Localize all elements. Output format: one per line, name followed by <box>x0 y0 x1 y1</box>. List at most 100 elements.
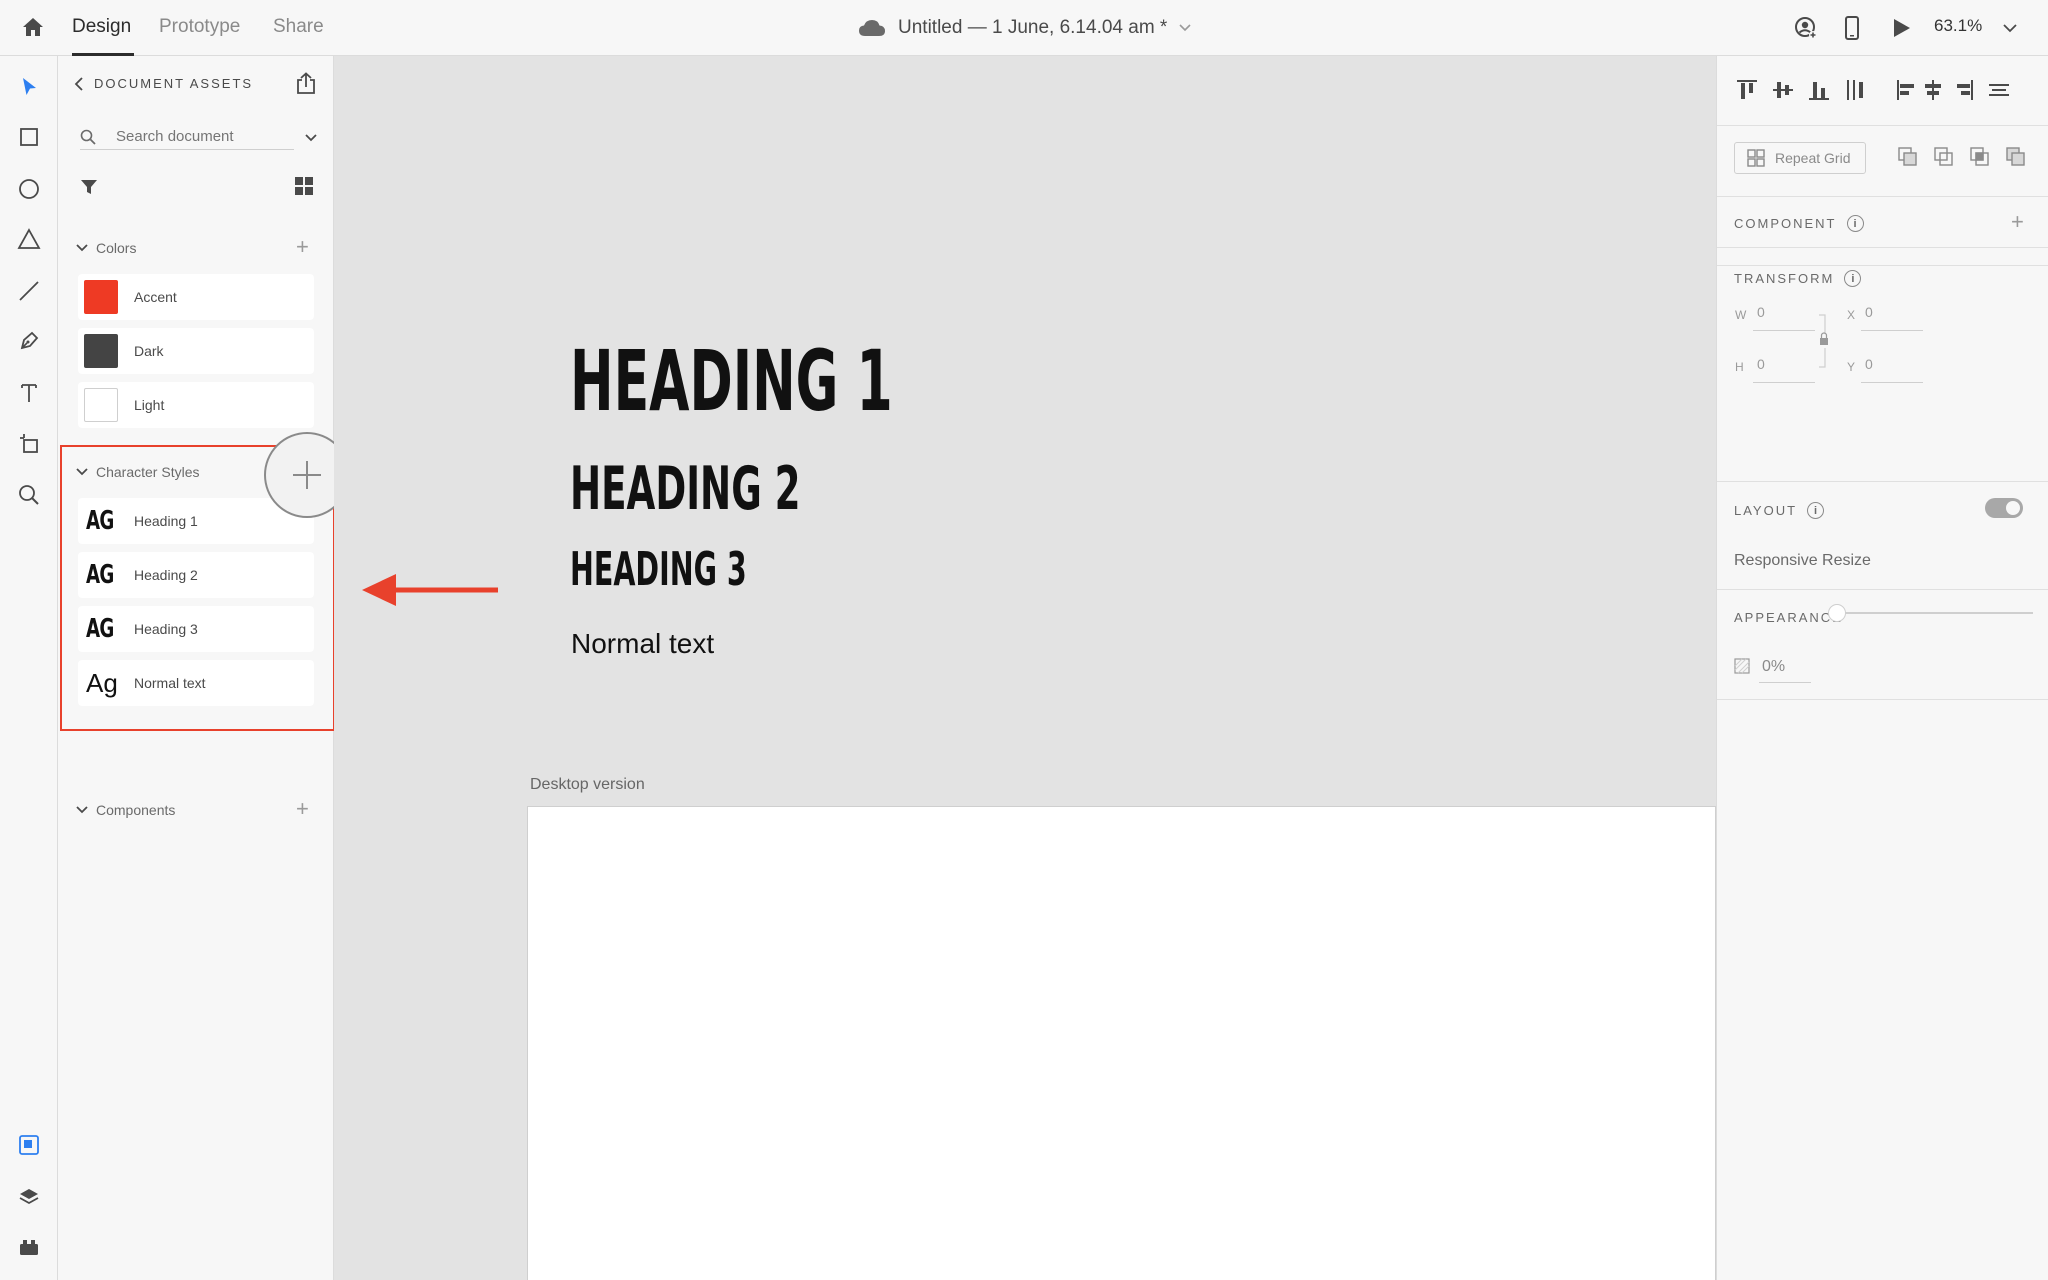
color-swatch <box>84 388 118 422</box>
tab-share[interactable]: Share <box>273 16 324 38</box>
tab-prototype[interactable]: Prototype <box>159 16 240 38</box>
width-input[interactable]: 0 <box>1757 304 1765 320</box>
search-icon <box>80 129 96 145</box>
ellipse-tool-icon[interactable] <box>14 174 44 204</box>
chevron-left-icon <box>74 76 83 91</box>
layout-label: LAYOUT <box>1734 503 1798 518</box>
search-filter-chevron-icon[interactable] <box>304 130 318 148</box>
design-canvas[interactable]: HEADING 1 HEADING 2 HEADING 3 Normal tex… <box>334 56 1716 1280</box>
heading-2-text[interactable]: HEADING 2 <box>570 454 801 524</box>
add-component-icon[interactable]: + <box>296 798 309 820</box>
zoom-level[interactable]: 63.1% <box>1934 16 1982 36</box>
char-style-label: Normal text <box>134 675 206 691</box>
transform-label: TRANSFORM <box>1734 271 1835 286</box>
pen-tool-icon[interactable] <box>14 326 44 356</box>
appearance-label: APPEARANCE <box>1734 610 1843 625</box>
assets-panel: DOCUMENT ASSETS Colors + Accent Dark Lig… <box>58 56 350 1280</box>
home-icon[interactable] <box>20 14 46 40</box>
opacity-slider-knob[interactable] <box>1828 604 1846 622</box>
chevron-down-icon <box>76 244 88 252</box>
responsive-resize-toggle[interactable] <box>1985 498 2023 518</box>
plus-icon <box>293 461 321 489</box>
appearance-header: APPEARANCE <box>1734 610 1843 625</box>
character-styles-section-toggle[interactable]: Character Styles <box>76 464 199 480</box>
artboard-tool-icon[interactable] <box>14 428 44 458</box>
height-label: H <box>1735 360 1744 374</box>
opacity-icon <box>1734 658 1750 674</box>
y-label: Y <box>1847 360 1856 374</box>
property-inspector: Repeat Grid COMPONENT i + TRANSFORM i W … <box>1716 56 2048 1280</box>
heading-1-text[interactable]: HEADING 1 <box>570 332 893 430</box>
artboard-label[interactable]: Desktop version <box>530 776 645 794</box>
filter-icon[interactable] <box>80 178 98 201</box>
color-label: Light <box>134 397 165 413</box>
color-swatch <box>84 280 118 314</box>
y-input[interactable]: 0 <box>1865 356 1873 372</box>
height-input[interactable]: 0 <box>1757 356 1765 372</box>
search-input[interactable] <box>116 128 286 145</box>
x-label: X <box>1847 308 1856 322</box>
component-label: COMPONENT <box>1734 216 1837 231</box>
x-underline <box>1861 330 1923 331</box>
transform-section: TRANSFORM i W 0 X 0 H 0 Y 0 <box>1717 248 2048 482</box>
zoom-tool-icon[interactable] <box>14 480 44 510</box>
color-item-accent[interactable]: Accent <box>78 274 314 320</box>
info-icon[interactable]: i <box>1844 270 1862 287</box>
color-item-light[interactable]: Light <box>78 382 314 428</box>
add-component-state-icon[interactable]: + <box>2011 211 2024 233</box>
char-style-preview: AG <box>86 506 114 536</box>
character-style-normal-text[interactable]: Ag Normal text <box>78 660 314 706</box>
component-section: COMPONENT i + <box>1717 196 2048 248</box>
align-icons[interactable] <box>1737 78 2037 102</box>
rectangle-tool-icon[interactable] <box>14 122 44 152</box>
play-icon[interactable] <box>1888 14 1916 42</box>
x-input[interactable]: 0 <box>1865 304 1873 320</box>
opacity-input[interactable]: 0% <box>1762 658 1785 676</box>
polygon-tool-icon[interactable] <box>14 224 44 254</box>
color-swatch <box>84 334 118 368</box>
components-section-toggle[interactable]: Components <box>76 802 175 818</box>
char-style-label: Heading 3 <box>134 621 198 637</box>
grid-view-icon[interactable] <box>294 176 314 201</box>
character-styles-section-title: Character Styles <box>96 464 200 480</box>
layers-icon[interactable] <box>14 1182 44 1212</box>
text-tool-icon[interactable] <box>14 378 44 408</box>
add-color-icon[interactable]: + <box>296 236 309 258</box>
top-bar: Design Prototype Share Untitled — 1 June… <box>0 0 2048 56</box>
heading-3-text[interactable]: HEADING 3 <box>570 542 747 596</box>
tab-design[interactable]: Design <box>72 16 131 38</box>
char-style-preview: Ag <box>86 667 118 698</box>
color-label: Accent <box>134 289 177 305</box>
character-style-heading-2[interactable]: AG Heading 2 <box>78 552 314 598</box>
info-icon[interactable]: i <box>1846 215 1864 232</box>
document-title[interactable]: Untitled — 1 June, 6.14.04 am * <box>858 14 1191 42</box>
boolean-ops-icons[interactable] <box>1897 146 2027 168</box>
assets-back-button[interactable]: DOCUMENT ASSETS <box>74 76 253 91</box>
char-style-preview: AG <box>86 560 114 590</box>
colors-section-toggle[interactable]: Colors <box>76 240 136 256</box>
mobile-preview-icon[interactable] <box>1838 14 1866 42</box>
toggle-knob <box>2006 501 2020 515</box>
assets-panel-icon[interactable] <box>14 1130 44 1160</box>
height-underline <box>1753 382 1815 383</box>
info-icon[interactable]: i <box>1807 502 1825 519</box>
line-tool-icon[interactable] <box>14 276 44 306</box>
plugins-icon[interactable] <box>14 1232 44 1262</box>
repeat-grid-button[interactable]: Repeat Grid <box>1734 142 1866 174</box>
select-tool-icon[interactable] <box>14 72 44 102</box>
color-item-dark[interactable]: Dark <box>78 328 314 374</box>
zoom-chevron-down-icon[interactable] <box>2000 14 2020 47</box>
width-underline <box>1753 330 1815 331</box>
export-icon[interactable] <box>294 72 318 96</box>
character-style-heading-3[interactable]: AG Heading 3 <box>78 606 314 652</box>
repeat-grid-label: Repeat Grid <box>1775 150 1851 166</box>
chevron-down-icon <box>1179 24 1191 32</box>
lock-aspect-icon[interactable] <box>1817 314 1829 368</box>
normal-text[interactable]: Normal text <box>571 628 714 660</box>
arrow-annotation <box>360 568 500 617</box>
char-style-label: Heading 2 <box>134 567 198 583</box>
artboard-desktop[interactable] <box>527 806 1716 1280</box>
share-user-icon[interactable] <box>1792 14 1820 42</box>
opacity-slider-track[interactable] <box>1831 612 2033 614</box>
chevron-down-icon <box>76 468 88 476</box>
